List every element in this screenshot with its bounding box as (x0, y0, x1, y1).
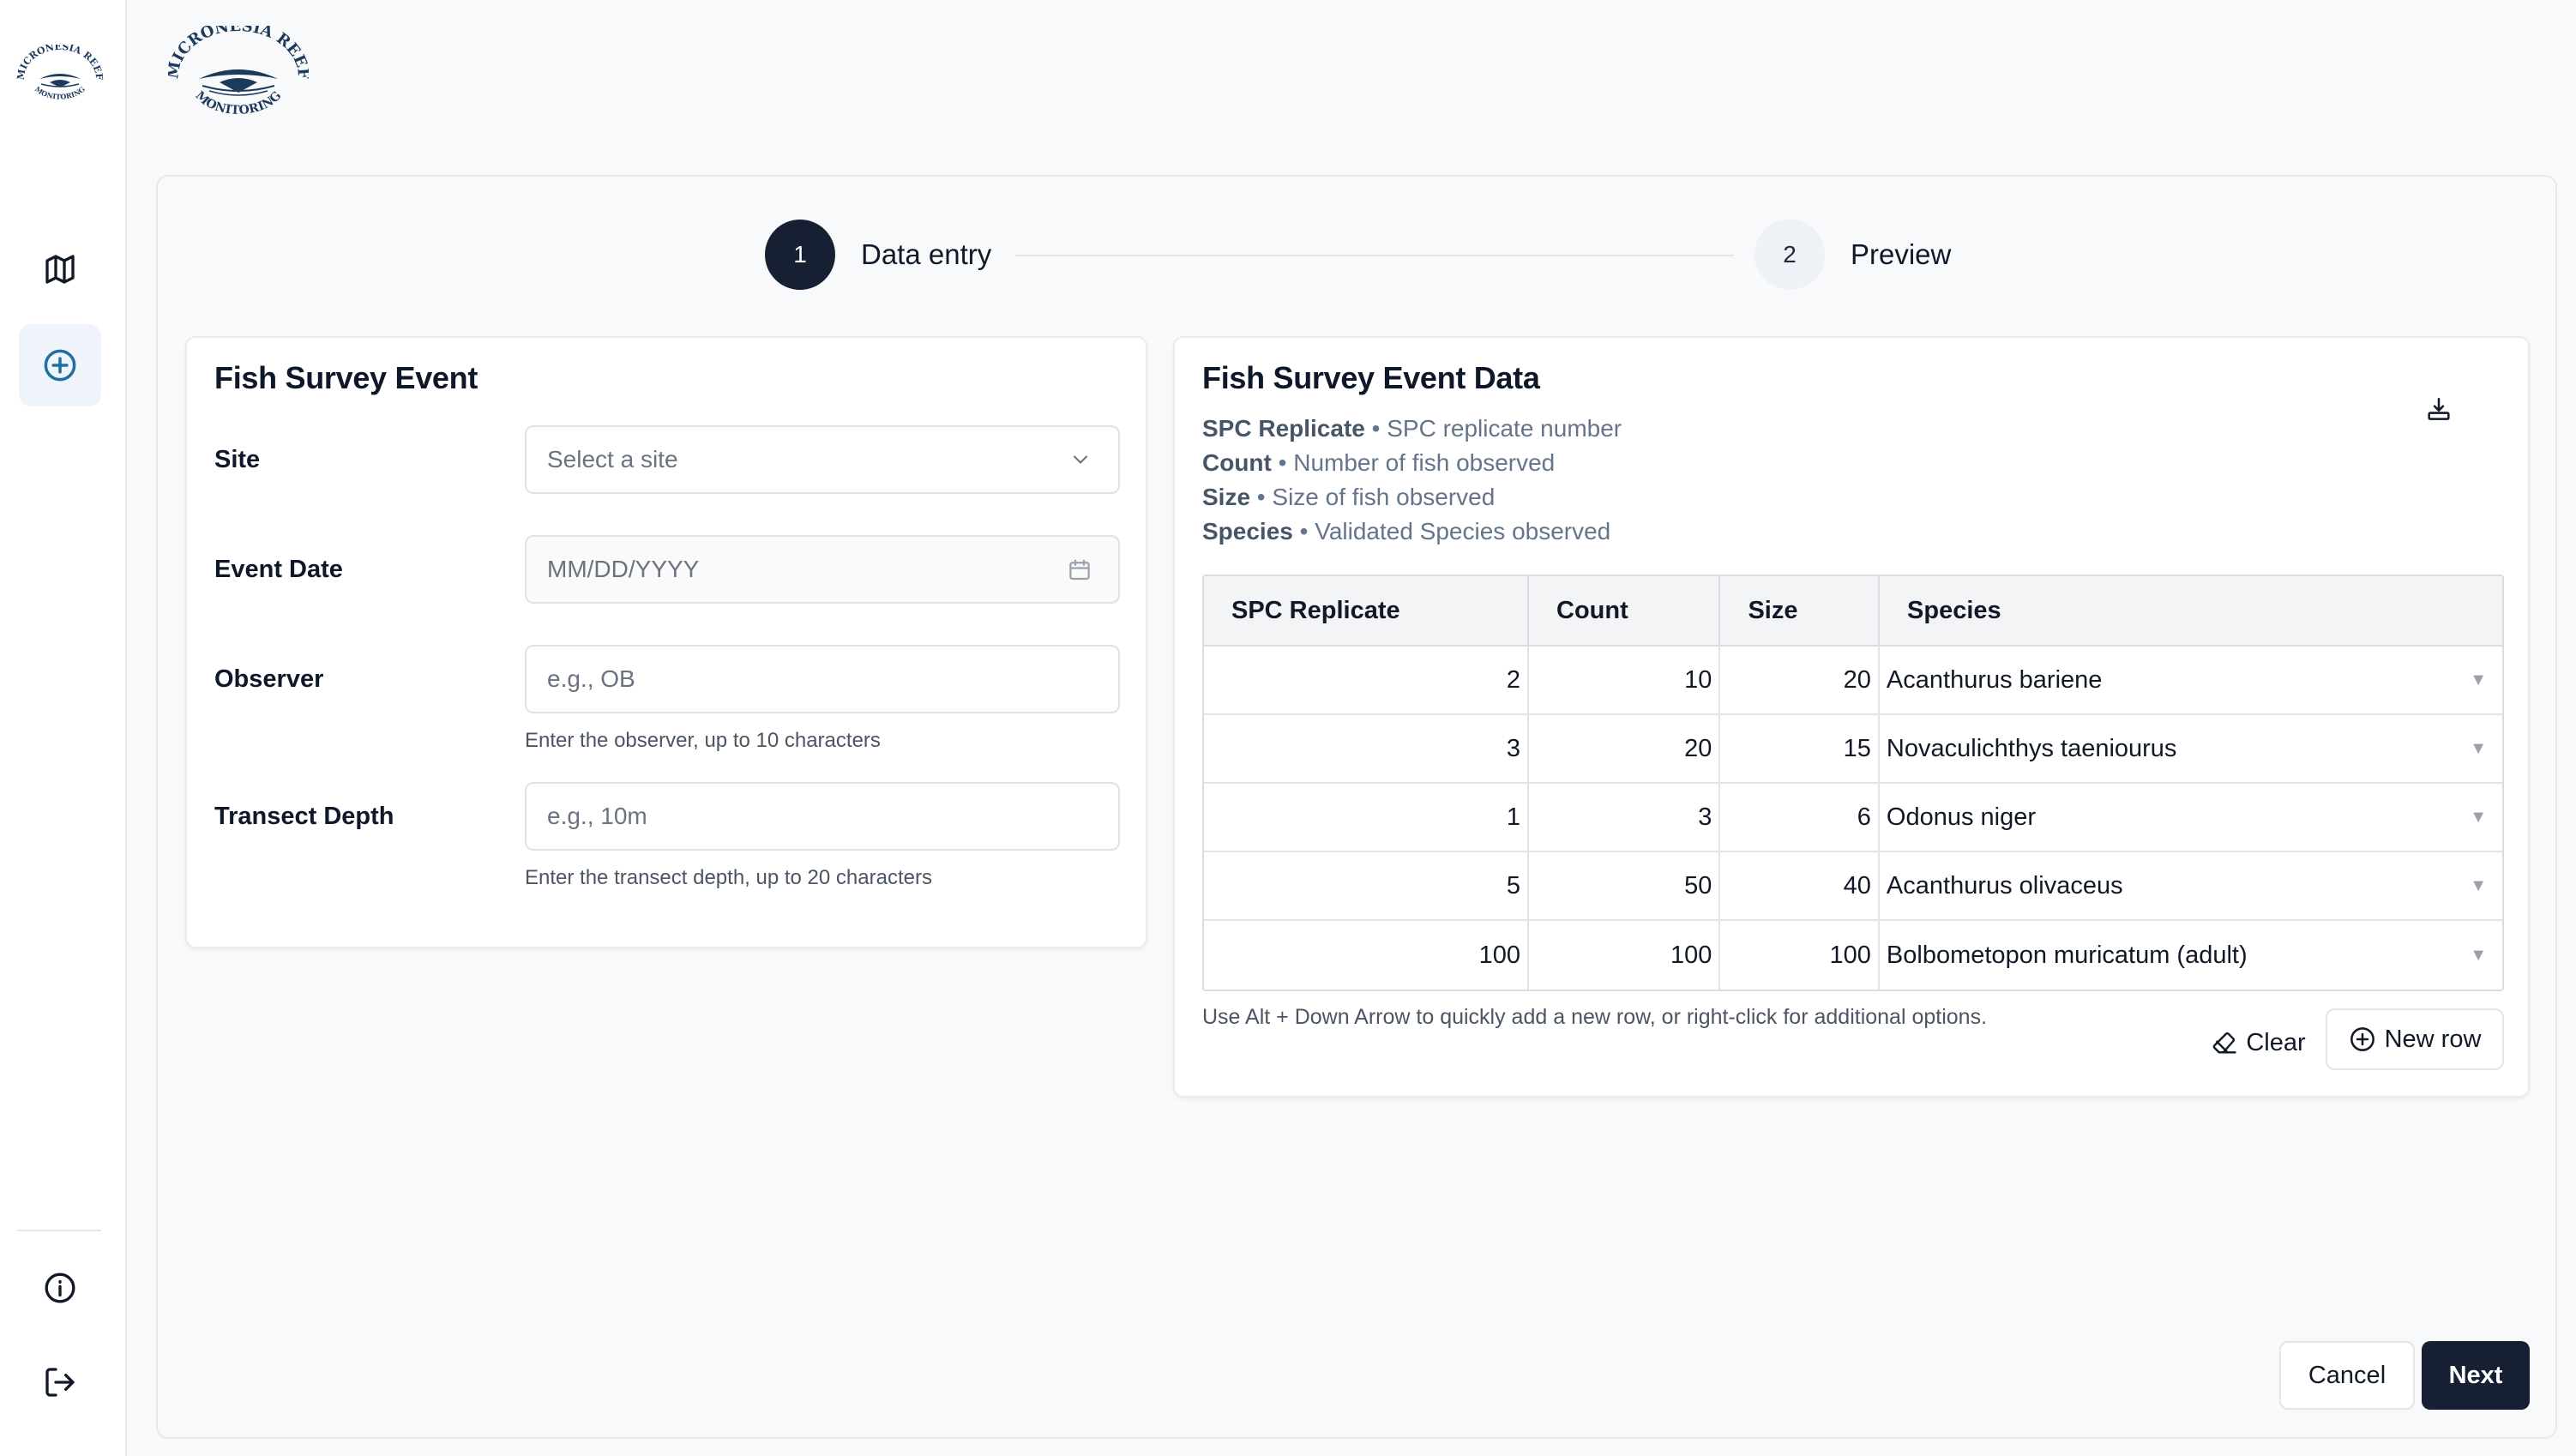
legend-size: Size • Size of fish observed (1202, 484, 1496, 510)
cell-spc-replicate[interactable]: 5 (1204, 852, 1529, 919)
step-1-label: Data entry (861, 238, 992, 270)
cell-count[interactable]: 3 (1529, 784, 1721, 851)
observer-input[interactable]: e.g., OB (525, 645, 1120, 713)
clear-button[interactable]: Clear (2202, 1012, 2315, 1074)
svg-text:MONITORING: MONITORING (193, 89, 285, 118)
species-value: Novaculichthys taeniourus (1886, 734, 2177, 762)
legend-spc-replicate: SPC Replicate • SPC replicate number (1202, 415, 1622, 442)
cell-count[interactable]: 10 (1529, 647, 1721, 713)
table-row: 100 100 100 Bolbometopon muricatum (adul… (1204, 921, 2502, 990)
cell-spc-replicate[interactable]: 3 (1204, 715, 1529, 782)
step-1-indicator: 1 (765, 220, 835, 290)
species-value: Acanthurus bariene (1886, 665, 2103, 694)
legend-count: Count • Number of fish observed (1202, 449, 1556, 476)
cell-species[interactable]: Acanthurus bariene ▼ (1880, 647, 2502, 713)
site-label: Site (214, 446, 261, 473)
dropdown-caret-icon[interactable]: ▼ (2470, 808, 2487, 827)
event-date-label: Event Date (214, 556, 343, 583)
observer-placeholder: e.g., OB (547, 665, 635, 692)
species-value: Odonus niger (1886, 803, 2037, 831)
cell-count[interactable]: 20 (1529, 715, 1721, 782)
nav-add-survey-button[interactable] (19, 324, 101, 406)
next-button[interactable]: Next (2422, 1341, 2530, 1410)
column-header-count[interactable]: Count (1529, 576, 1721, 645)
transect-depth-placeholder: e.g., 10m (547, 803, 647, 829)
download-icon (2428, 397, 2450, 420)
table-row: 1 3 6 Odonus niger ▼ (1204, 784, 2502, 852)
site-placeholder: Select a site (547, 446, 678, 472)
cell-species[interactable]: Bolbometopon muricatum (adult) ▼ (1880, 921, 2502, 990)
micronesia-reef-monitoring-logo: MICRONESIA REEF MONITORING (168, 26, 309, 118)
new-row-button-label: New row (2384, 1025, 2482, 1053)
sidebar: MICRONESIA REEF MONITORING (0, 0, 127, 1456)
map-icon (45, 255, 75, 284)
legend-species: Species • Validated Species observed (1202, 518, 1611, 544)
cell-spc-replicate[interactable]: 100 (1204, 921, 1529, 990)
transect-depth-input[interactable]: e.g., 10m (525, 782, 1120, 851)
species-value: Acanthurus olivaceus (1886, 871, 2123, 899)
cancel-button[interactable]: Cancel (2279, 1341, 2415, 1410)
cell-count[interactable]: 100 (1529, 921, 1721, 990)
event-panel-title: Fish Survey Event (214, 360, 478, 395)
table-row: 2 10 20 Acanthurus bariene ▼ (1204, 647, 2502, 715)
cell-size[interactable]: 15 (1720, 715, 1880, 782)
grid-header-row: SPC Replicate Count Size Species (1204, 576, 2502, 647)
cell-size[interactable]: 20 (1720, 647, 1880, 713)
event-date-input[interactable]: MM/DD/YYYY (525, 535, 1120, 604)
table-row: 3 20 15 Novaculichthys taeniourus ▼ (1204, 715, 2502, 784)
column-header-spc-replicate[interactable]: SPC Replicate (1204, 576, 1529, 645)
grid-help-text: Use Alt + Down Arrow to quickly add a ne… (1202, 1005, 1988, 1029)
stepper-connector (1015, 255, 1734, 256)
download-button[interactable] (2410, 381, 2468, 439)
info-icon (45, 1272, 75, 1303)
logout-icon (45, 1368, 75, 1397)
new-row-button[interactable]: New row (2326, 1008, 2504, 1070)
cell-size[interactable]: 40 (1720, 852, 1880, 919)
column-header-size[interactable]: Size (1720, 576, 1881, 645)
step-2-indicator: 2 (1754, 220, 1825, 290)
cell-species[interactable]: Acanthurus olivaceus ▼ (1880, 852, 2502, 919)
nav-logout-button[interactable] (19, 1341, 101, 1423)
micronesia-reef-logo: MICRONESIA REEF MONITORING (15, 45, 105, 101)
cell-count[interactable]: 50 (1529, 852, 1721, 919)
cell-species[interactable]: Novaculichthys taeniourus ▼ (1880, 715, 2502, 782)
cell-species[interactable]: Odonus niger ▼ (1880, 784, 2502, 851)
transect-depth-hint: Enter the transect depth, up to 20 chara… (525, 866, 932, 889)
cell-spc-replicate[interactable]: 1 (1204, 784, 1529, 851)
nav-map-button[interactable] (19, 228, 101, 310)
cell-spc-replicate[interactable]: 2 (1204, 647, 1529, 713)
site-select[interactable]: Select a site (525, 425, 1120, 494)
dropdown-caret-icon[interactable]: ▼ (2470, 946, 2487, 966)
cell-size[interactable]: 100 (1720, 921, 1880, 990)
survey-data-grid: SPC Replicate Count Size Species 2 10 20… (1202, 575, 2504, 991)
plus-circle-icon (2350, 1027, 2374, 1051)
cell-size[interactable]: 6 (1720, 784, 1880, 851)
dropdown-caret-icon[interactable]: ▼ (2470, 739, 2487, 759)
species-value: Bolbometopon muricatum (adult) (1886, 941, 2248, 969)
table-row: 5 50 40 Acanthurus olivaceus ▼ (1204, 852, 2502, 921)
sidebar-divider (17, 1230, 101, 1231)
clear-button-label: Clear (2246, 1028, 2306, 1056)
data-panel-title: Fish Survey Event Data (1202, 360, 1540, 395)
fish-survey-event-data-panel: Fish Survey Event Data SPC Replicate • S… (1173, 336, 2530, 1098)
column-header-species[interactable]: Species (1880, 576, 2502, 645)
dropdown-caret-icon[interactable]: ▼ (2470, 876, 2487, 896)
observer-label: Observer (214, 665, 324, 693)
event-date-placeholder: MM/DD/YYYY (547, 556, 700, 582)
observer-hint: Enter the observer, up to 10 characters (525, 729, 881, 752)
eraser-icon (2213, 1032, 2237, 1054)
dropdown-caret-icon[interactable]: ▼ (2470, 671, 2487, 690)
transect-depth-label: Transect Depth (214, 803, 394, 830)
nav-info-button[interactable] (19, 1247, 101, 1329)
fish-survey-event-panel: Fish Survey Event Site Select a site Eve… (185, 336, 1147, 948)
calendar-icon[interactable] (1067, 557, 1092, 583)
step-2-label: Preview (1851, 238, 1952, 270)
main-content: 1 Data entry 2 Preview Fish Survey Event… (156, 175, 2557, 1439)
chevron-down-icon (1073, 455, 1088, 464)
plus-circle-icon (44, 349, 76, 382)
